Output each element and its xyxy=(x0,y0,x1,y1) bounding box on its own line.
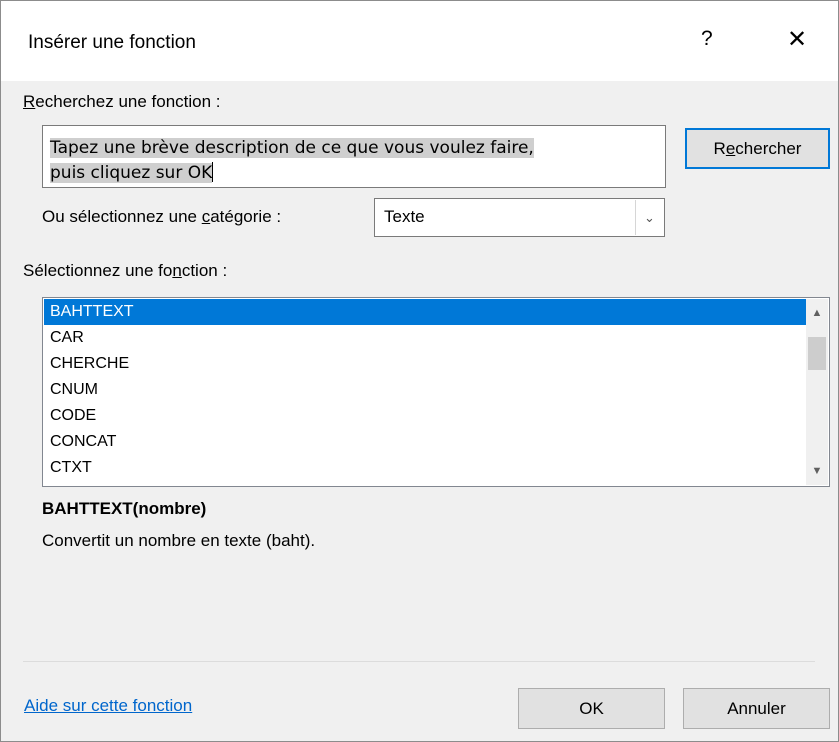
help-icon[interactable]: ? xyxy=(701,27,713,51)
function-list-item[interactable]: CNUM xyxy=(44,377,807,403)
function-list: BAHTTEXT CAR CHERCHE CNUM CODE CONCAT CTXT xyxy=(44,299,807,481)
search-label: Recherchez une fonction : xyxy=(23,92,221,111)
category-label: Ou sélectionnez une catégorie : xyxy=(42,207,282,226)
function-list-item[interactable]: CODE xyxy=(44,403,807,429)
function-list-item[interactable]: BAHTTEXT xyxy=(44,299,807,325)
search-text-line1: Tapez une brève description de ce que vo… xyxy=(50,138,534,158)
scrollbar-thumb[interactable] xyxy=(808,337,826,370)
function-description: Convertit un nombre en texte (baht). xyxy=(42,531,316,550)
function-list-item[interactable]: CHERCHE xyxy=(44,351,807,377)
search-button[interactable]: Rechercher xyxy=(685,128,830,169)
search-button-label: Rechercher xyxy=(713,139,802,158)
scroll-down-icon[interactable]: ▼ xyxy=(806,460,828,482)
ok-button[interactable]: OK xyxy=(518,688,665,729)
cancel-button[interactable]: Annuler xyxy=(683,688,830,729)
function-list-label: Sélectionnez une fonction : xyxy=(23,261,228,280)
insert-function-dialog: Insérer une fonction ? ✕ Recherchez une … xyxy=(0,0,839,742)
title-bar: Insérer une fonction ? ✕ xyxy=(1,1,838,81)
category-select[interactable]: Texte ⌄ xyxy=(374,198,665,237)
vertical-scrollbar[interactable]: ▲ ▼ xyxy=(806,299,828,485)
help-on-function-link[interactable]: Aide sur cette fonction xyxy=(24,696,192,716)
dialog-title: Insérer une fonction xyxy=(28,32,196,53)
function-listbox[interactable]: BAHTTEXT CAR CHERCHE CNUM CODE CONCAT CTXT ▲ ▼ xyxy=(42,297,830,487)
function-list-item[interactable]: CONCAT xyxy=(44,429,807,455)
search-text-line2: puis cliquez sur OK xyxy=(50,163,213,183)
function-syntax: BAHTTEXT(nombre) xyxy=(42,499,207,518)
close-icon[interactable]: ✕ xyxy=(787,25,807,54)
category-selected-value: Texte xyxy=(384,207,425,226)
function-list-item[interactable]: CAR xyxy=(44,325,807,351)
chevron-down-icon[interactable]: ⌄ xyxy=(635,200,663,235)
function-list-item[interactable]: CTXT xyxy=(44,455,807,481)
footer-divider xyxy=(23,661,815,662)
search-input[interactable]: Tapez une brève description de ce que vo… xyxy=(42,125,666,188)
text-caret xyxy=(212,162,214,182)
scroll-up-icon[interactable]: ▲ xyxy=(806,302,828,324)
